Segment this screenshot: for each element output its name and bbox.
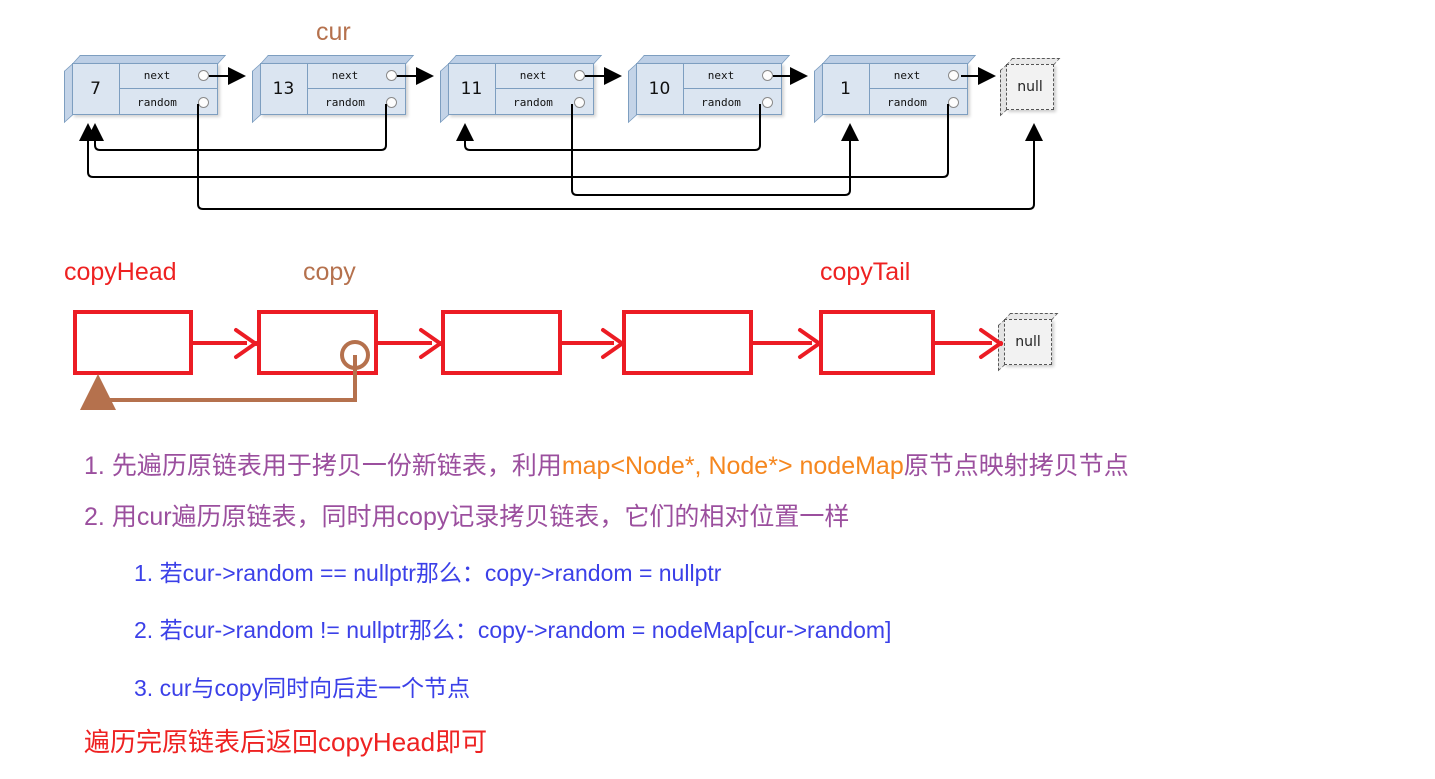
node-random-field: random: [684, 89, 782, 115]
node-value: 10: [636, 63, 684, 115]
step-2-text: 用cur遍历原链表，同时用copy记录拷贝链表，它们的相对位置一样: [111, 503, 850, 531]
next-label: next: [331, 69, 359, 82]
step-item-1: 1. 先遍历原链表用于拷贝一份新链表，利用map<Node*, Node*> n…: [84, 454, 1129, 479]
node-next-field: next: [496, 63, 594, 89]
cur-pointer-label: cur: [316, 18, 351, 46]
node-next-field: next: [120, 63, 218, 89]
step-sub-item-3: 3. cur与copy同时向后走一个节点: [134, 677, 470, 700]
sub-3-text: cur与copy同时向后走一个节点: [159, 675, 471, 701]
sub-3-number: 3.: [134, 675, 154, 701]
null-label: null: [1004, 319, 1052, 365]
step-1-text-b: 原节点映射拷贝节点: [903, 452, 1129, 480]
arrows-layer: [79, 67, 1043, 410]
node-value: 7: [72, 63, 120, 115]
copy-head-label: copyHead: [64, 258, 177, 286]
step-sub-item-2: 2. 若cur->random != nullptr那么：copy->rando…: [134, 619, 891, 642]
node-next-field: next: [870, 63, 968, 89]
next-pointer-dot: [574, 70, 585, 81]
copy-node-4: [622, 310, 753, 375]
next-pointer-dot: [386, 70, 397, 81]
node-value: 13: [260, 63, 308, 115]
step-sub-item-1: 1. 若cur->random == nullptr那么：copy->rando…: [134, 562, 721, 585]
node-next-field: next: [684, 63, 782, 89]
copy-tail-label: copyTail: [820, 258, 911, 286]
node-value: 11: [448, 63, 496, 115]
next-pointer-dot: [948, 70, 959, 81]
random-pointer-dot: [948, 96, 959, 108]
random-label: random: [701, 95, 741, 109]
copy-node-1: [73, 310, 193, 375]
random-pointer-arrows: [79, 104, 1043, 210]
sub-2-number: 2.: [134, 617, 154, 643]
random-label: random: [137, 95, 177, 109]
sub-1-number: 1.: [134, 560, 154, 586]
next-pointer-dot: [198, 70, 209, 81]
copy-cursor-label: copy: [303, 258, 356, 286]
node-next-field: next: [308, 63, 406, 89]
step-1-code: map<Node*, Node*> nodeMap: [561, 452, 904, 480]
random-pointer-dot: [762, 96, 773, 108]
next-label: next: [519, 69, 547, 82]
final-note: 遍历完原链表后返回copyHead即可: [84, 727, 488, 757]
node-random-field: random: [308, 89, 406, 115]
next-pointer-dot: [762, 70, 773, 81]
next-label: next: [143, 69, 171, 82]
next-label: next: [707, 69, 735, 82]
copy-node-5: [819, 310, 935, 375]
node-value: 1: [822, 63, 870, 115]
random-label: random: [887, 95, 927, 109]
step-2-number: 2.: [84, 503, 105, 531]
next-label: next: [893, 69, 921, 82]
null-label: null: [1006, 64, 1054, 110]
sub-1-text: 若cur->random == nullptr那么：copy->random =…: [159, 560, 722, 586]
copy-node-2: [257, 310, 378, 375]
random-label: random: [513, 95, 553, 109]
node-random-field: random: [496, 89, 594, 115]
step-1-number: 1.: [84, 452, 105, 480]
node-random-field: random: [120, 89, 218, 115]
random-label: random: [325, 95, 365, 109]
copy-node-3: [441, 310, 562, 375]
random-pointer-dot: [198, 96, 209, 108]
step-item-2: 2. 用cur遍历原链表，同时用copy记录拷贝链表，它们的相对位置一样: [84, 505, 849, 530]
sub-2-text: 若cur->random != nullptr那么：copy->random =…: [159, 617, 892, 643]
diagram-canvas: cur 7 next random 13 next random 11 next…: [0, 0, 1435, 779]
step-1-text-a: 先遍历原链表用于拷贝一份新链表，利用: [111, 452, 562, 480]
random-pointer-dot: [386, 96, 397, 108]
random-pointer-dot: [574, 96, 585, 108]
node-random-field: random: [870, 89, 968, 115]
